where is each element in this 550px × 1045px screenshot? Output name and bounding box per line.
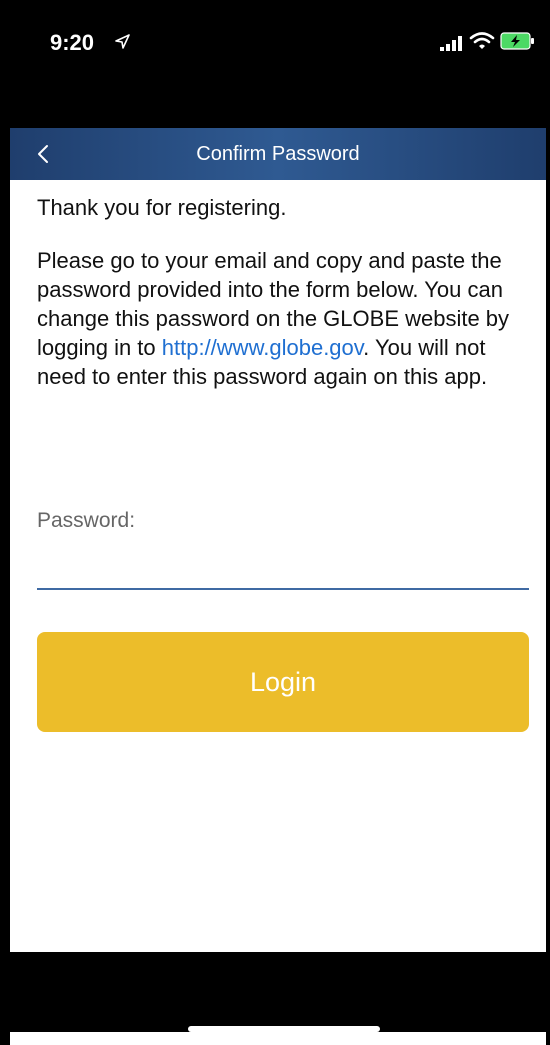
status-bar: 9:20 (10, 0, 546, 128)
password-label: Password: (37, 509, 136, 532)
phone-frame: 9:20 Confirm Password Thank you for regi… (0, 0, 550, 1045)
bottom-strip (10, 1032, 546, 1045)
home-indicator[interactable] (188, 1026, 380, 1032)
cellular-signal-icon (440, 36, 462, 51)
chevron-left-icon (38, 145, 48, 163)
registration-message: Thank you for registering. Please go to … (37, 192, 533, 391)
location-arrow-icon (115, 34, 130, 49)
app-screen: 9:20 Confirm Password Thank you for regi… (10, 0, 546, 1045)
instructions-text: Please go to your email and copy and pas… (37, 246, 533, 391)
thank-you-text: Thank you for registering. (37, 195, 287, 220)
navigation-bar: Confirm Password (10, 128, 546, 180)
back-button[interactable] (28, 128, 68, 180)
wifi-icon (469, 32, 495, 49)
page-title: Confirm Password (196, 143, 360, 165)
battery-charging-icon (500, 32, 534, 50)
status-time: 9:20 (50, 30, 95, 55)
login-button[interactable]: Login (37, 632, 529, 732)
globe-website-link[interactable]: http://www.globe.gov (162, 335, 363, 360)
bottom-bar (10, 952, 546, 1032)
password-input[interactable] (37, 548, 529, 590)
